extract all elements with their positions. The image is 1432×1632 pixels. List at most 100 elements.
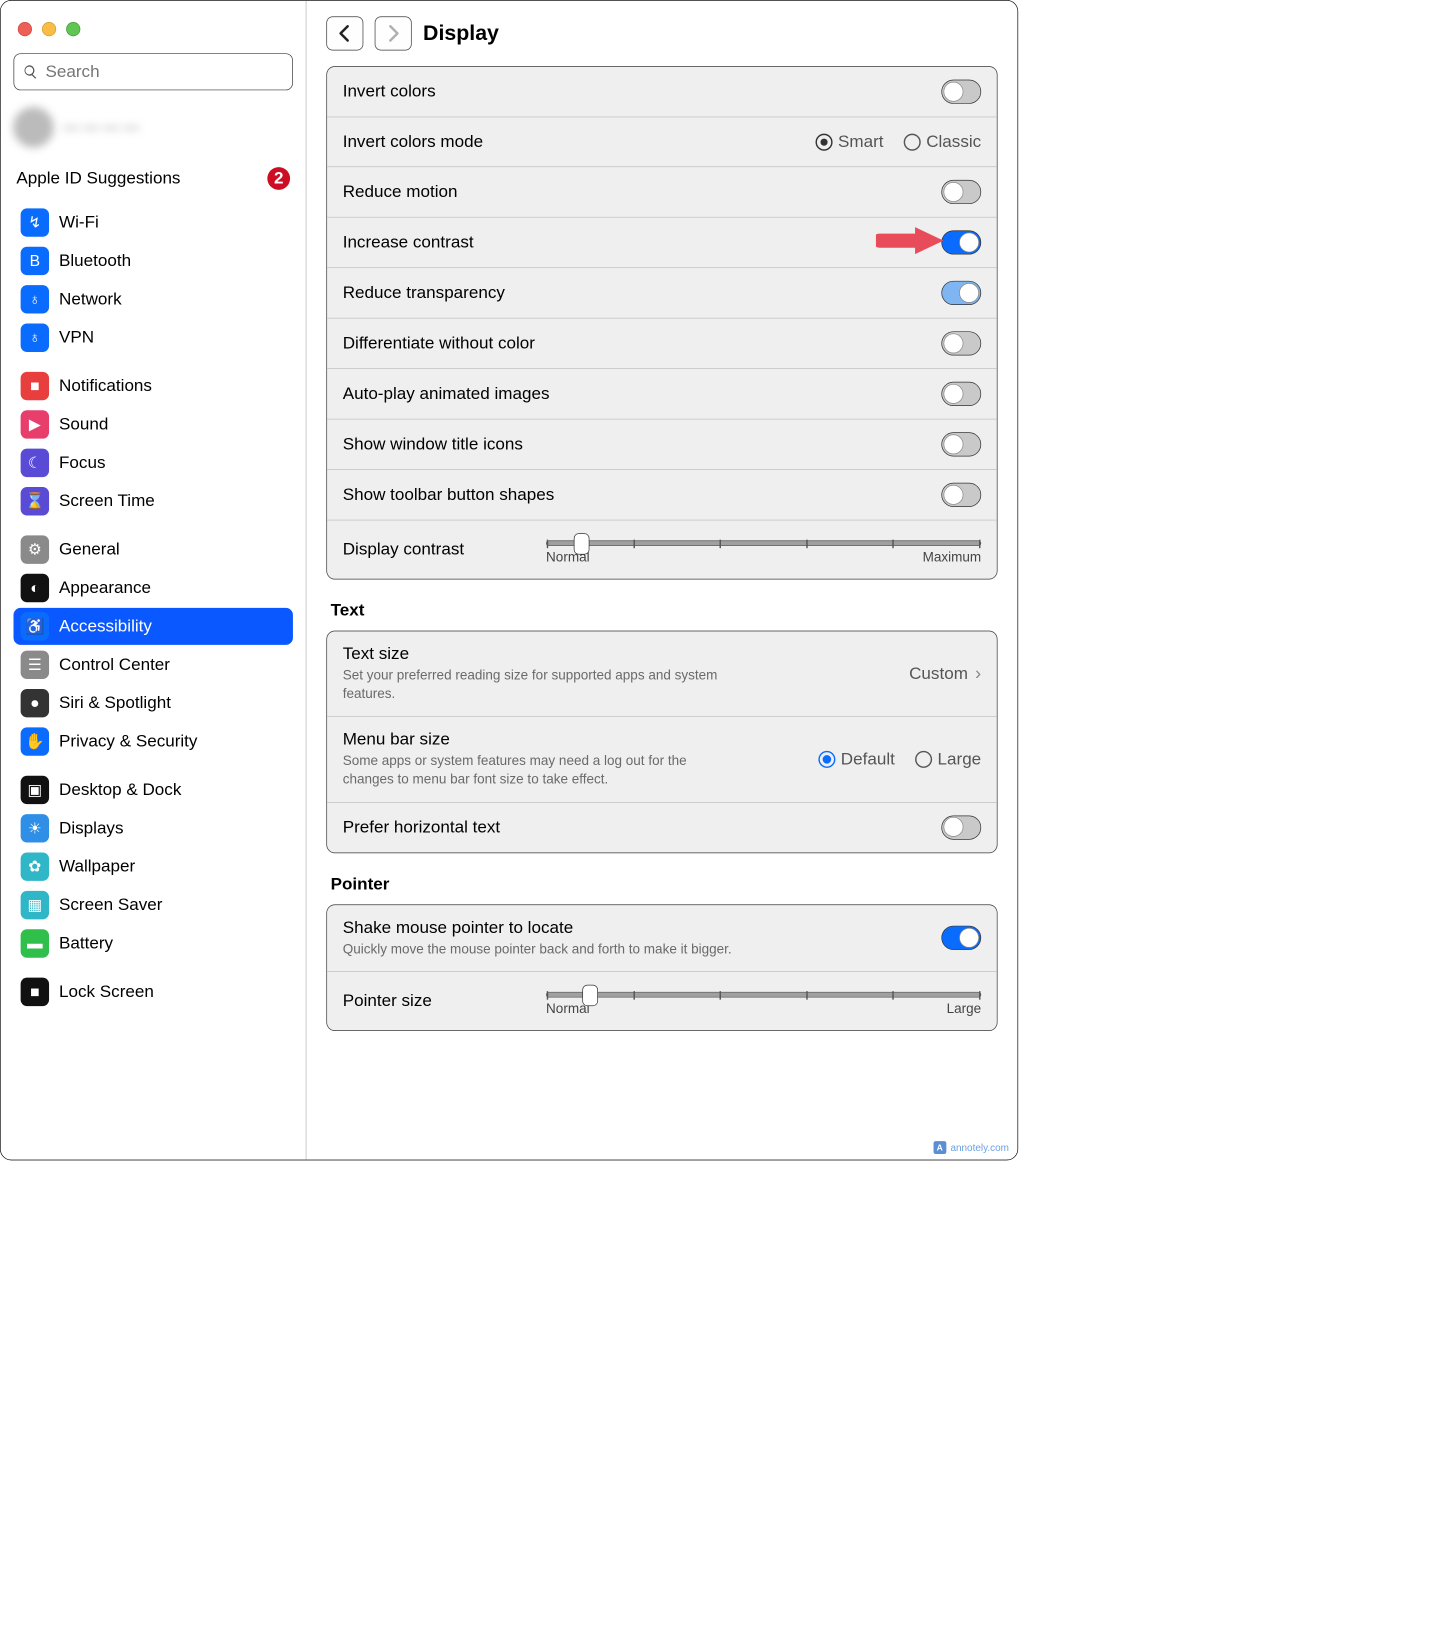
toggle[interactable] [941,926,981,950]
setting-row-invert-colors: Invert colors [327,67,997,117]
sidebar-item-displays[interactable]: ☀Displays [14,810,293,847]
setting-row-differentiate-without-color: Differentiate without color [327,319,997,369]
link-value: Custom [909,664,968,684]
profile-name: — — — — [63,118,139,137]
search-field[interactable] [14,53,293,90]
sliders-icon: ☰ [21,651,49,679]
network-icon: ♁ [21,285,49,313]
sidebar-item-vpn[interactable]: ♁VPN [14,319,293,356]
annotation-arrow [876,223,947,262]
toggle[interactable] [941,331,981,355]
toggle[interactable] [941,180,981,204]
forward-button[interactable] [375,16,412,50]
row-label: Differentiate without color [343,333,535,353]
sidebar-item-notifications[interactable]: ■Notifications [14,368,293,405]
sidebar-item-accessibility[interactable]: ♿Accessibility [14,608,293,645]
disclosure-link[interactable]: Custom› [909,663,981,685]
row-description: Quickly move the mouse pointer back and … [343,940,732,958]
sidebar-item-siri-spotlight[interactable]: ●Siri & Spotlight [14,685,293,722]
bluetooth-icon: B [21,247,49,275]
display-settings-panel: Invert colors Invert colors mode Smart Clas… [326,66,997,579]
sidebar-item-wi-fi[interactable]: ↯Wi-Fi [14,204,293,241]
minimize-window-button[interactable] [42,22,56,36]
hand-icon: ✋ [21,727,49,755]
screensaver-icon: ▦ [21,891,49,919]
toggle[interactable] [941,382,981,406]
sidebar-item-label: Appearance [59,578,151,598]
sidebar-item-network[interactable]: ♁ Network [14,281,293,318]
sidebar-item-label: Privacy & Security [59,732,197,752]
text-settings-panel: Text size Set your preferred reading size… [326,631,997,853]
search-icon [23,64,39,80]
row-label: Show window title icons [343,434,523,454]
sidebar-item-wallpaper[interactable]: ✿ Wallpaper [14,848,293,885]
radio-option-smart[interactable]: Smart [815,132,883,152]
sidebar-item-control-center[interactable]: ☰ Control Center [14,646,293,683]
slider[interactable]: NormalMaximum [546,533,981,566]
hourglass-icon: ⌛ [21,487,49,515]
sidebar-item-label: Focus [59,453,105,473]
radio-group: Smart Classic [815,132,981,152]
wallpaper-icon: ✿ [21,852,49,880]
apple-id-suggestions[interactable]: Apple ID Suggestions 2 [14,161,293,204]
slider-knob[interactable] [582,985,598,1006]
sidebar-item-label: Control Center [59,655,170,675]
toggle[interactable] [941,432,981,456]
toggle[interactable] [941,483,981,507]
sidebar-item-label: General [59,540,120,560]
sidebar-item-label: Network [59,289,122,309]
siri-icon: ● [21,689,49,717]
sidebar-item-bluetooth[interactable]: BBluetooth [14,242,293,279]
battery-icon: ▬ [21,929,49,957]
displays-icon: ☀ [21,814,49,842]
row-label: Reduce motion [343,182,458,202]
slider-knob[interactable] [574,533,590,554]
row-label: Menu bar size [343,730,741,750]
sidebar-item-appearance[interactable]: ◐ Appearance [14,570,293,607]
back-button[interactable] [326,16,363,50]
radio-option-large[interactable]: Large [915,749,981,769]
apple-id-profile[interactable]: — — — — [14,107,293,147]
wifi-icon: ↯ [21,208,49,236]
sidebar-item-label: Screen Time [59,491,155,511]
sidebar-item-screen-saver[interactable]: ▦Screen Saver [14,887,293,924]
setting-row-show-toolbar-button-shapes: Show toolbar button shapes [327,470,997,520]
sidebar-item-desktop-dock[interactable]: ▣Desktop & Dock [14,771,293,808]
radio-label: Classic [926,132,981,152]
toggle[interactable] [941,815,981,839]
sidebar-item-general[interactable]: ⚙General [14,531,293,568]
row-label: Show toolbar button shapes [343,485,555,505]
sidebar-item-sound[interactable]: ▶Sound [14,406,293,443]
sidebar-item-privacy-security[interactable]: ✋ Privacy & Security [14,723,293,760]
radio-option-classic[interactable]: Classic [903,132,981,152]
setting-row-reduce-motion: Reduce motion [327,167,997,217]
slider[interactable]: NormalLarge [546,985,981,1018]
toggle[interactable] [941,230,981,254]
radio-label: Smart [838,132,884,152]
radio-option-default[interactable]: Default [818,749,895,769]
sidebar-item-label: Wallpaper [59,857,135,877]
lock-icon: ■ [21,978,49,1006]
setting-row-prefer-horizontal-text: Prefer horizontal text [327,802,997,852]
toggle[interactable] [941,80,981,104]
pointer-settings-panel: Shake mouse pointer to locate Quickly mov… [326,904,997,1031]
row-label: Shake mouse pointer to locate [343,918,732,938]
appearance-icon: ◐ [21,574,49,602]
close-window-button[interactable] [18,22,32,36]
sidebar-item-lock-screen[interactable]: ■ Lock Screen [14,973,293,1010]
sidebar-item-screen-time[interactable]: ⌛ Screen Time [14,483,293,520]
row-label: Text size [343,644,741,664]
sidebar-item-label: Notifications [59,376,152,396]
toggle[interactable] [941,281,981,305]
row-label: Invert colors mode [343,132,483,152]
row-description: Set your preferred reading size for supp… [343,667,741,703]
moon-icon: ☾ [21,449,49,477]
sidebar-item-label: Lock Screen [59,982,154,1002]
sidebar-item-focus[interactable]: ☾ Focus [14,444,293,481]
maximize-window-button[interactable] [66,22,80,36]
row-label: Reduce transparency [343,283,505,303]
sidebar: — — — — Apple ID Suggestions 2 ↯Wi-FiBBl… [1,1,307,1160]
sidebar-item-battery[interactable]: ▬Battery [14,925,293,962]
dock-icon: ▣ [21,776,49,804]
search-input[interactable] [46,62,284,82]
